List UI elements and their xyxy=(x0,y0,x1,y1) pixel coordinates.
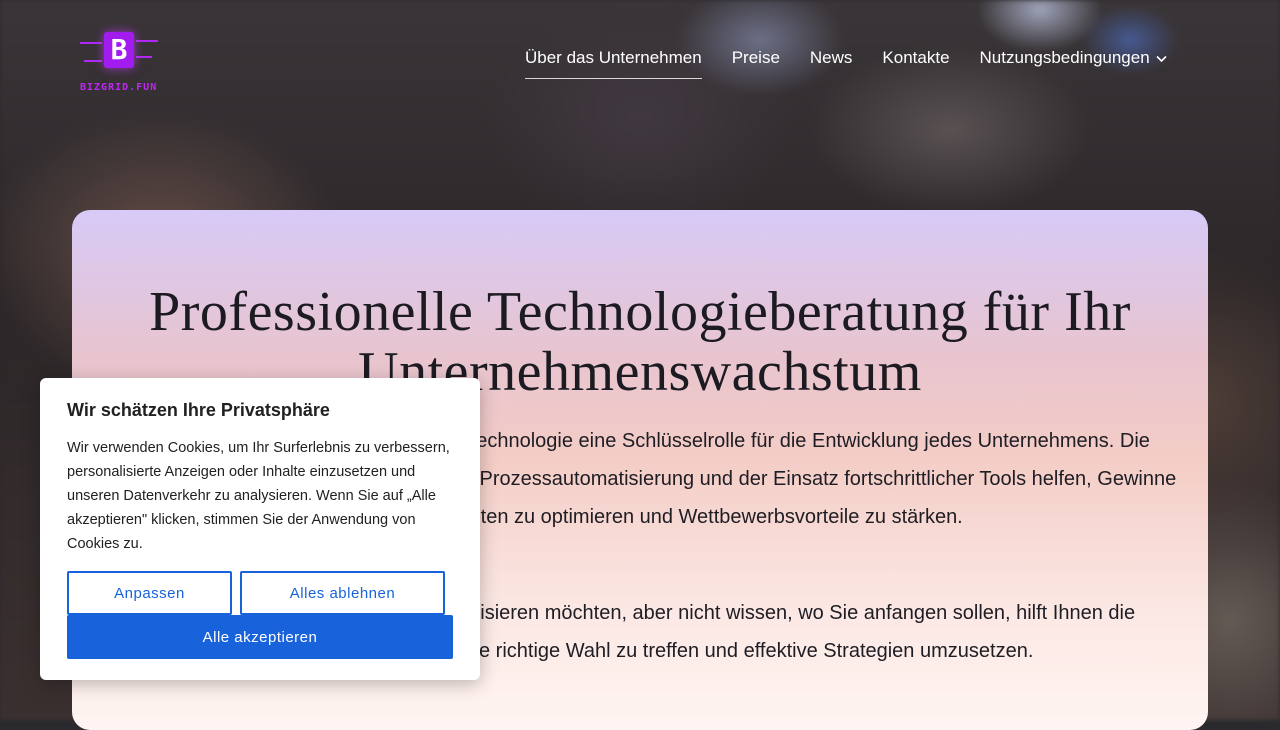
cookie-consent-banner: Wir schätzen Ihre Privatsphäre Wir verwe… xyxy=(40,378,480,680)
nav-item-label: News xyxy=(809,48,853,67)
nav-item-terms[interactable]: Nutzungsbedingungen xyxy=(980,48,1167,78)
logo-text: BIZGRID.FUN xyxy=(80,82,158,93)
logo-circuit-line xyxy=(80,42,102,44)
reject-all-button[interactable]: Alles ablehnen xyxy=(240,571,445,615)
chevron-down-icon xyxy=(1156,52,1167,66)
nav-item-prices[interactable]: Preise xyxy=(732,48,780,78)
logo-circuit-line xyxy=(84,60,102,62)
customize-button[interactable]: Anpassen xyxy=(67,571,232,615)
nav-item-contacts[interactable]: Kontakte xyxy=(882,48,949,78)
accept-all-button[interactable]: Alle akzeptieren xyxy=(67,615,453,659)
nav-item-label: Über das Unternehmen xyxy=(525,48,702,67)
nav-item-label: Kontakte xyxy=(882,48,950,67)
nav-item-label: Nutzungsbedingungen xyxy=(979,48,1150,67)
nav-item-label: Preise xyxy=(731,48,780,67)
logo-circuit-line xyxy=(136,56,152,58)
main-navigation: Über das Unternehmen Preise News Kontakt… xyxy=(525,48,1167,82)
cookie-title: Wir schätzen Ihre Privatsphäre xyxy=(67,400,330,420)
nav-item-about[interactable]: Über das Unternehmen xyxy=(525,48,702,79)
logo-icon: B xyxy=(104,32,134,68)
nav-item-news[interactable]: News xyxy=(810,48,853,78)
site-logo[interactable]: B BIZGRID.FUN xyxy=(76,22,162,98)
logo-circuit-line xyxy=(136,40,158,42)
cookie-text: Wir verwenden Cookies, um Ihr Surferlebn… xyxy=(67,440,450,552)
